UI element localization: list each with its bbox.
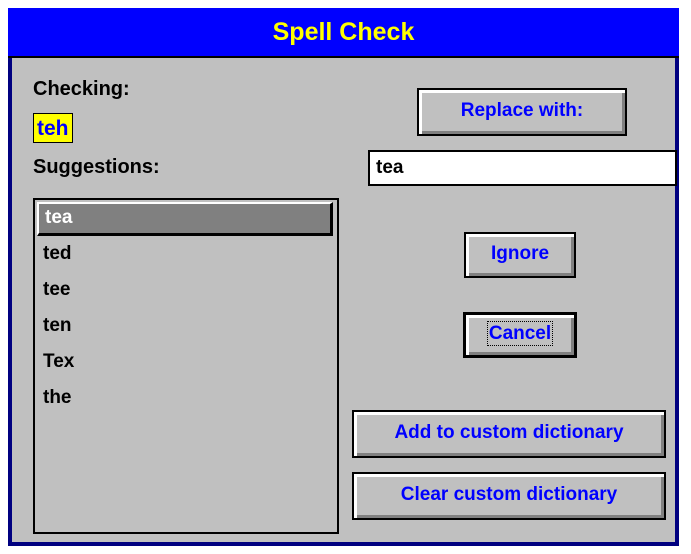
suggestion-item[interactable]: tee — [37, 274, 333, 308]
checking-word: teh — [33, 113, 73, 143]
cancel-button[interactable]: Cancel — [463, 312, 577, 358]
checking-label: Checking: — [33, 78, 130, 100]
suggestion-item[interactable]: ten — [37, 310, 333, 344]
suggestions-listbox[interactable]: tea ted tee ten Tex the — [33, 198, 339, 534]
suggestion-item[interactable]: Tex — [37, 346, 333, 380]
spell-check-dialog: Spell Check Checking: teh Suggestions: t… — [8, 8, 679, 546]
suggestion-item[interactable]: ted — [37, 238, 333, 272]
replace-with-button[interactable]: Replace with: — [417, 88, 627, 136]
ignore-button[interactable]: Ignore — [464, 232, 576, 278]
suggestions-label: Suggestions: — [33, 156, 160, 178]
clear-custom-dictionary-button[interactable]: Clear custom dictionary — [352, 472, 666, 520]
suggestion-item[interactable]: tea — [37, 202, 333, 236]
add-to-custom-dictionary-button[interactable]: Add to custom dictionary — [352, 410, 666, 458]
cancel-button-label: Cancel — [486, 321, 554, 346]
dialog-client-area: Checking: teh Suggestions: tea ted tee t… — [12, 58, 677, 542]
suggestion-item[interactable]: the — [37, 382, 333, 416]
replace-text-field[interactable]: tea — [368, 150, 677, 186]
dialog-title: Spell Check — [8, 8, 679, 58]
